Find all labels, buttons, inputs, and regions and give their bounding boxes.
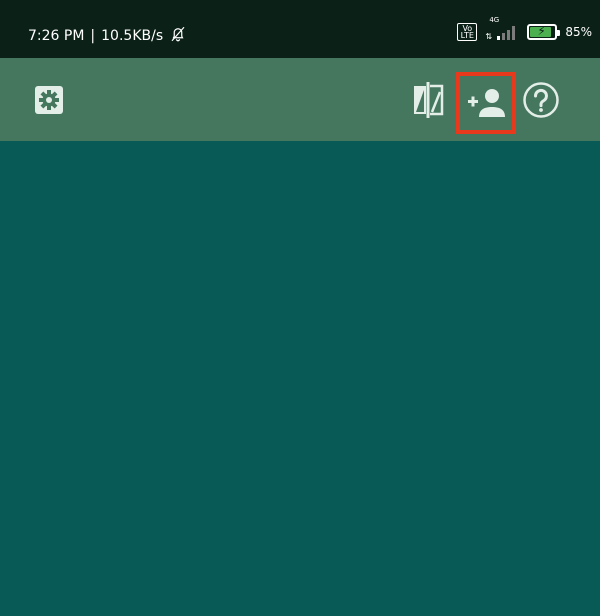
battery-percent: 85%: [565, 25, 592, 39]
status-network-speed: 10.5KB/s: [101, 28, 164, 44]
status-right: Vo LTE 4G ⇅ ⚡ 85%: [457, 16, 592, 42]
add-user-icon: [468, 89, 505, 117]
signal-icon: 4G ⇅: [485, 16, 519, 42]
help-icon: [523, 82, 559, 118]
status-time: 7:26 PM: [28, 28, 85, 44]
add-user-button[interactable]: [456, 72, 516, 134]
help-button[interactable]: [521, 80, 561, 120]
settings-gear-icon: [35, 86, 63, 114]
status-separator: |: [90, 28, 96, 44]
status-left: 7:26 PM | 10.5KB/s: [28, 25, 187, 47]
main-content-area: [0, 141, 600, 616]
top-toolbar: [0, 58, 600, 141]
alarm-off-icon: [169, 25, 187, 47]
battery-charging-icon: ⚡: [527, 24, 561, 40]
settings-button[interactable]: [30, 82, 68, 118]
swap-view-button[interactable]: [408, 80, 448, 120]
swap-view-icon: [414, 82, 444, 118]
network-type-label: 4G: [489, 16, 500, 24]
volte-badge: Vo LTE: [457, 23, 478, 41]
status-bar: 7:26 PM | 10.5KB/s Vo LTE 4G ⇅ ⚡ 85%: [0, 0, 600, 58]
